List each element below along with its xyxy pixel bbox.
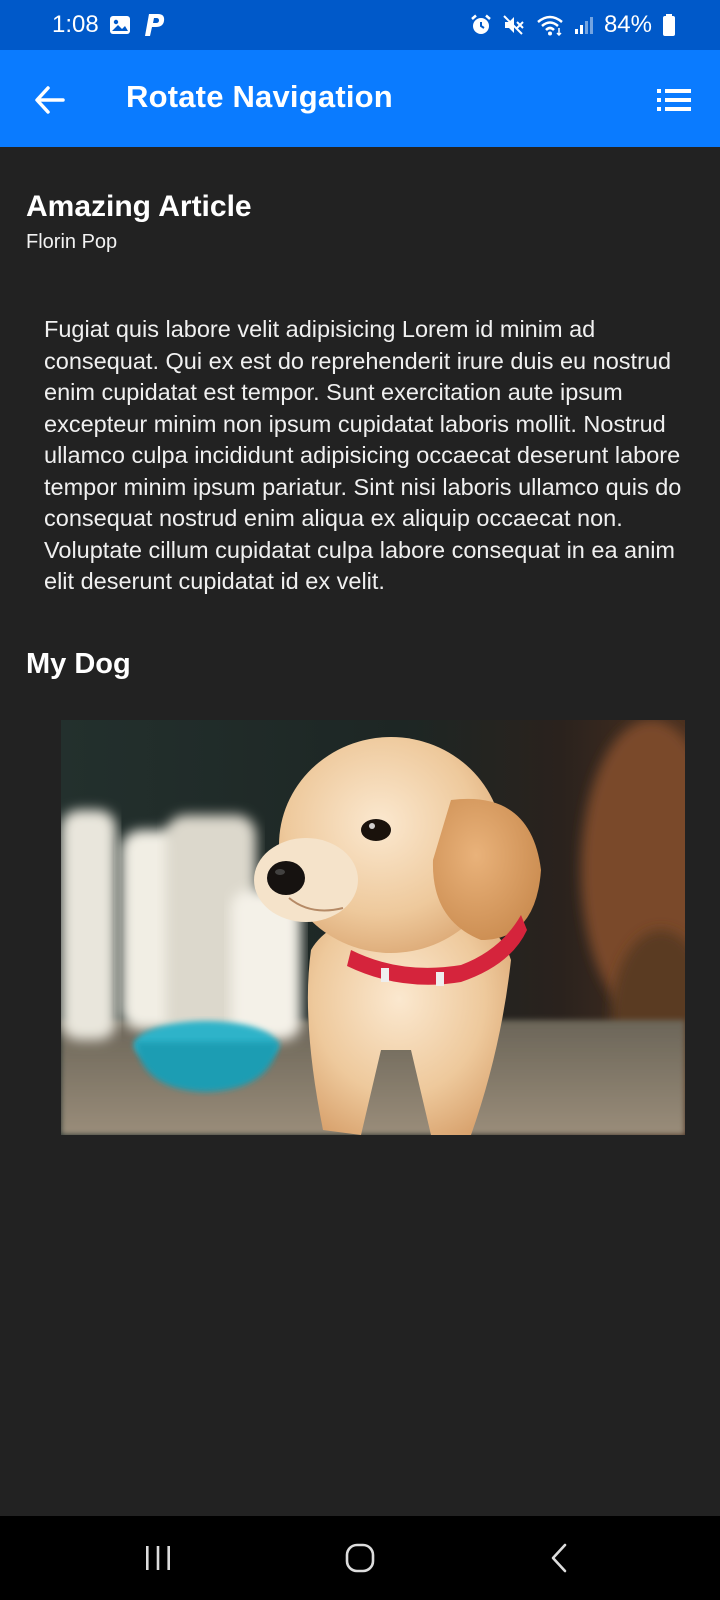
p-app-icon: [141, 12, 167, 38]
dog-photo: [61, 720, 685, 1135]
article-title: Amazing Article: [26, 190, 252, 223]
back-button[interactable]: [30, 80, 70, 120]
menu-button[interactable]: [654, 80, 694, 120]
gallery-icon: [109, 15, 131, 35]
recent-apps-icon: [146, 1546, 170, 1570]
page-title: Rotate Navigation: [126, 79, 393, 114]
battery-icon: [662, 13, 676, 37]
list-menu-icon: [657, 89, 691, 111]
article-body: Fugiat quis labore velit adipisicing Lor…: [44, 316, 682, 594]
status-bar: 1:08 84%: [0, 0, 720, 50]
status-left: 1:08: [52, 11, 167, 39]
alarm-icon: [470, 14, 492, 36]
article-author: Florin Pop: [26, 231, 118, 253]
status-right: 84%: [470, 11, 676, 39]
mute-icon: [502, 14, 526, 36]
home-icon: [345, 1543, 375, 1573]
app-bar: Rotate Navigation: [0, 50, 720, 147]
nav-back-button[interactable]: [530, 1536, 590, 1580]
signal-icon: [574, 15, 594, 35]
battery-percent: 84%: [603, 11, 652, 38]
system-nav-bar: [0, 1516, 720, 1600]
back-icon: [551, 1543, 567, 1573]
wifi-icon: [536, 14, 564, 36]
status-time: 1:08: [52, 11, 99, 38]
section-title: My Dog: [26, 648, 131, 680]
home-button[interactable]: [330, 1536, 390, 1580]
arrow-left-icon: [35, 86, 65, 114]
recent-apps-button[interactable]: [128, 1536, 188, 1580]
